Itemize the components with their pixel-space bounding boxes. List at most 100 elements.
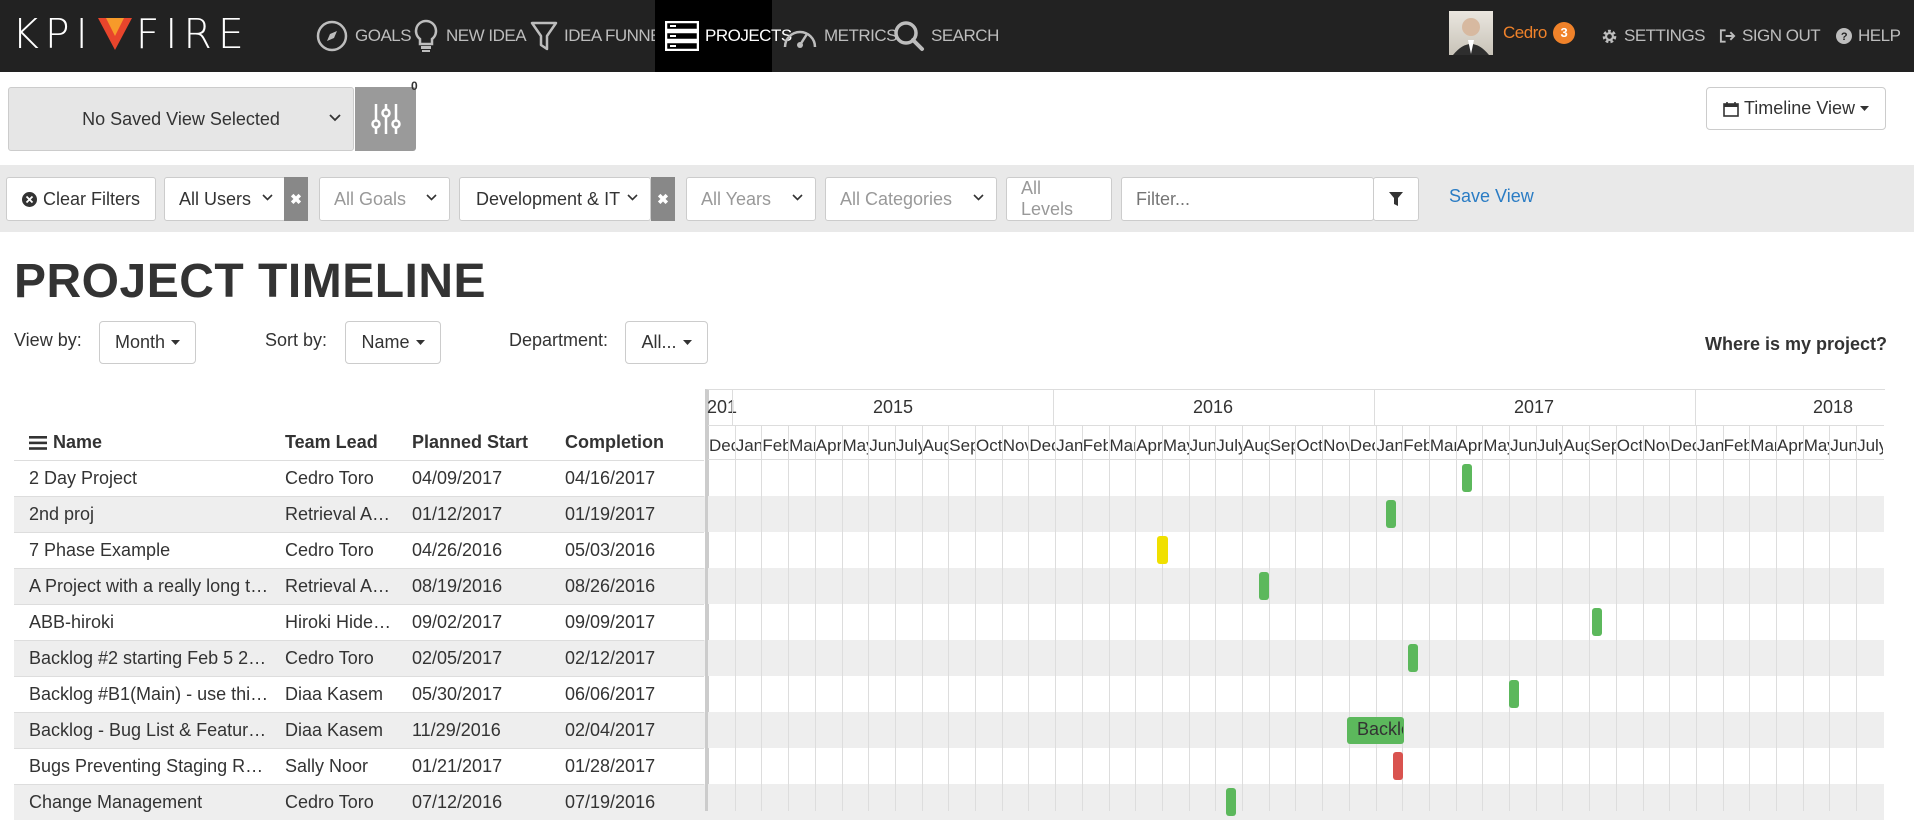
- gantt-bar[interactable]: [1226, 788, 1236, 816]
- row-divider: [14, 640, 704, 641]
- year-divider: [1374, 389, 1375, 425]
- cell-name[interactable]: 2nd proj: [29, 504, 279, 525]
- flame-icon: [97, 18, 132, 50]
- saved-view-select[interactable]: No Saved View Selected: [8, 87, 354, 151]
- month-gridline: [1829, 426, 1831, 811]
- nav-new-idea[interactable]: NEW IDEA: [402, 0, 536, 72]
- sort-by-dropdown[interactable]: Name: [345, 321, 441, 364]
- user-photo: [1453, 18, 1489, 55]
- month-gridline: [1642, 426, 1644, 811]
- chevron-down-icon: [973, 194, 984, 201]
- month-gridline: [921, 426, 923, 811]
- question-circle-icon: ?: [1836, 28, 1852, 44]
- cell-name[interactable]: A Project with a really long t…: [29, 576, 279, 597]
- goals-filter-select[interactable]: All Goals: [319, 177, 450, 221]
- month-label: Dec: [709, 436, 735, 455]
- cell-start: 04/26/2016: [412, 540, 503, 560]
- month-label: Sep: [949, 436, 975, 455]
- department-filter-select[interactable]: Development & IT: [459, 177, 651, 221]
- goals-filter-value: All Goals: [334, 188, 407, 209]
- gantt-bar[interactable]: [1592, 608, 1602, 636]
- user-menu[interactable]: Cedro 3: [1503, 22, 1575, 44]
- clear-filters-button[interactable]: Clear Filters: [6, 177, 156, 221]
- gantt-bar[interactable]: Backlo: [1347, 717, 1404, 744]
- year-label: 2015: [873, 397, 914, 417]
- gantt-bar[interactable]: [1462, 464, 1472, 492]
- name-column-header[interactable]: Name: [29, 432, 102, 453]
- years-filter-select[interactable]: All Years: [686, 177, 816, 221]
- nav-settings[interactable]: SETTINGS: [1591, 0, 1715, 72]
- filter-text-input[interactable]: [1121, 177, 1374, 221]
- cell-name[interactable]: ABB-hiroki: [29, 612, 279, 633]
- month-gridline: [1509, 426, 1510, 811]
- gantt-bar[interactable]: [1408, 644, 1418, 672]
- month-label: Apr: [1777, 436, 1803, 455]
- view-by-dropdown[interactable]: Month: [99, 321, 196, 364]
- completion-column-header[interactable]: Completion: [565, 432, 664, 453]
- kpifire-logo[interactable]: KPI FIRE: [12, 10, 250, 58]
- cell-lead: Hiroki Hide…: [285, 612, 392, 632]
- chevron-down-icon: [627, 194, 638, 201]
- nav-help[interactable]: ? HELP: [1826, 0, 1910, 72]
- nav-search[interactable]: SEARCH: [883, 0, 1009, 72]
- categories-filter-select[interactable]: All Categories: [825, 177, 997, 221]
- gantt-bar[interactable]: [1393, 752, 1403, 780]
- planned-start-column-header[interactable]: Planned Start: [412, 432, 528, 453]
- cell-start: 07/12/2016: [412, 792, 503, 812]
- levels-filter-select[interactable]: All Levels: [1006, 177, 1112, 221]
- nav-sign-out-label: SIGN OUT: [1742, 26, 1821, 45]
- cell-name[interactable]: Backlog - Bug List & Featur…: [29, 720, 279, 741]
- month-label: July: [1536, 436, 1563, 455]
- month-gridline: [948, 426, 950, 811]
- gear-icon: [1602, 29, 1617, 43]
- year-label: 2017: [1514, 397, 1555, 417]
- where-is-my-project-link[interactable]: Where is my project?: [1705, 334, 1887, 355]
- month-label: July: [1216, 436, 1242, 455]
- cell-name[interactable]: 7 Phase Example: [29, 540, 279, 561]
- month-gridline: [975, 426, 976, 811]
- cell-name[interactable]: 2 Day Project: [29, 468, 279, 489]
- team-lead-column-header[interactable]: Team Lead: [285, 432, 378, 453]
- avatar[interactable]: [1449, 11, 1493, 55]
- remove-department-filter-button[interactable]: ✖: [651, 177, 675, 221]
- remove-users-filter-button[interactable]: ✖: [284, 177, 308, 221]
- cell-start: 01/12/2017: [412, 504, 503, 524]
- list-icon: [29, 435, 47, 450]
- month-gridline: [814, 426, 816, 811]
- month-label: Apr: [1456, 436, 1483, 455]
- cell-completion: 01/19/2017: [565, 504, 656, 524]
- gantt-bar[interactable]: [1157, 536, 1168, 564]
- month-gridline: [1615, 426, 1617, 811]
- month-gridline: [1776, 426, 1777, 811]
- filter-settings-button[interactable]: [355, 87, 416, 151]
- month-label: Dec: [1029, 436, 1055, 455]
- cell-name[interactable]: Change Management: [29, 792, 279, 813]
- nav-sign-out[interactable]: SIGN OUT: [1709, 0, 1830, 72]
- month-label: Feb: [762, 436, 789, 455]
- gantt-bar[interactable]: [1259, 572, 1269, 600]
- gantt-bar[interactable]: [1386, 500, 1396, 528]
- users-filter-select[interactable]: All Users: [164, 177, 286, 221]
- cell-name[interactable]: Backlog #2 starting Feb 5 2…: [29, 648, 279, 669]
- caret-down-icon: [682, 340, 692, 345]
- nav-settings-label: SETTINGS: [1624, 26, 1706, 45]
- month-label: Jan: [1696, 436, 1723, 455]
- cell-completion: 05/03/2016: [565, 540, 656, 560]
- funnel-icon: [530, 21, 558, 51]
- apply-filter-button[interactable]: [1373, 177, 1419, 221]
- nav-projects[interactable]: PROJECTS: [655, 0, 792, 72]
- month-gridline: [1375, 426, 1377, 811]
- gantt-bar[interactable]: [1509, 680, 1519, 708]
- cell-name[interactable]: Bugs Preventing Staging R…: [29, 756, 279, 777]
- nav-new-idea-label: NEW IDEA: [446, 26, 527, 45]
- cell-name[interactable]: Backlog #B1(Main) - use thi…: [29, 684, 279, 705]
- save-view-link[interactable]: Save View: [1449, 186, 1534, 207]
- cell-lead: Cedro Toro: [285, 540, 374, 560]
- month-gridline: [868, 426, 870, 811]
- month-gridline: [1188, 426, 1190, 811]
- server-icon: [665, 21, 699, 51]
- department-dropdown[interactable]: All...: [625, 321, 708, 364]
- timeline-view-dropdown[interactable]: Timeline View: [1706, 87, 1886, 130]
- month-gridline: [1428, 426, 1430, 811]
- caret-down-icon: [415, 340, 425, 345]
